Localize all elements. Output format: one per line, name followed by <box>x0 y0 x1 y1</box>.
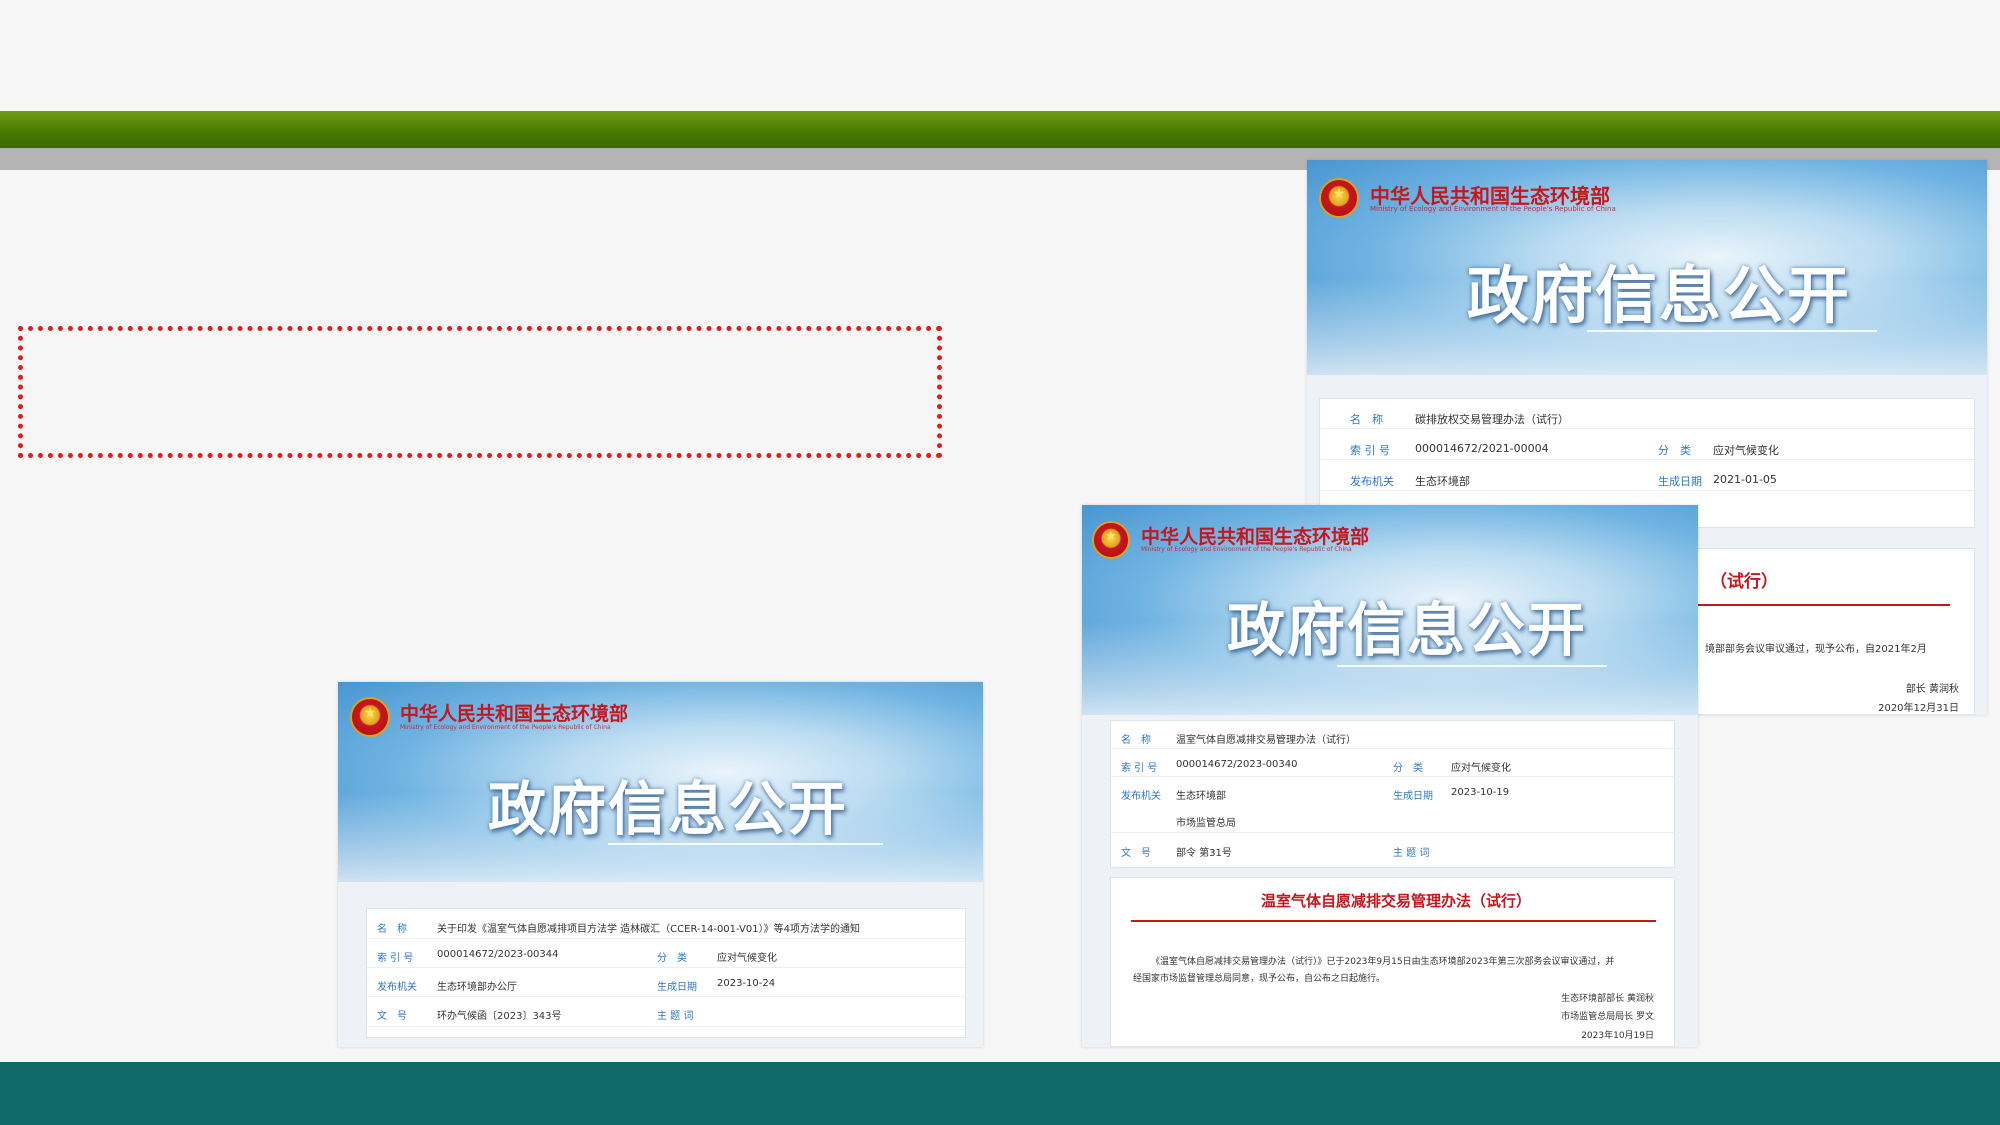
issuer-value: 生态环境部办公厅 <box>437 982 517 993</box>
issuer-label: 发布机关 <box>1121 791 1161 802</box>
date-label: 生成日期 <box>657 982 697 993</box>
document-date: 2020年12月31日 <box>1878 703 1959 714</box>
issuer-value-2: 市场监管总局 <box>1176 818 1236 829</box>
keyword-label: 主 题 词 <box>1393 848 1430 859</box>
category-value: 应对气候变化 <box>717 953 777 964</box>
name-value: 关于印发《温室气体自愿减排项目方法学 造林碳汇（CCER-14-001-V01）… <box>437 924 860 935</box>
date-label: 生成日期 <box>1658 475 1702 488</box>
header-green-bar <box>0 111 2000 148</box>
category-label: 分 类 <box>657 953 687 964</box>
document-title-rule <box>1131 920 1656 922</box>
name-label: 名 称 <box>1350 413 1383 426</box>
index-label: 索 引 号 <box>377 953 414 964</box>
keyword-label: 主 题 词 <box>657 1011 694 1022</box>
document-panel: 温室气体自愿减排交易管理办法（试行） 《温室气体自愿减排交易管理办法（试行）》已… <box>1110 877 1675 1047</box>
index-value: 000014672/2021-00004 <box>1415 442 1549 455</box>
issuer-label: 发布机关 <box>377 982 417 993</box>
docno-label: 文 号 <box>1121 848 1151 859</box>
date-label: 生成日期 <box>1393 791 1433 802</box>
info-panel: 名 称 温室气体自愿减排交易管理办法（试行） 索 引 号 000014672/2… <box>1110 720 1675 868</box>
document-title: （试行） <box>1710 572 1778 592</box>
national-emblem-icon <box>1092 521 1130 559</box>
info-panel: 名 称 关于印发《温室气体自愿减排项目方法学 造林碳汇（CCER-14-001-… <box>366 908 966 1038</box>
docno-label: 文 号 <box>377 1011 407 1022</box>
document-body-line-1: 《温室气体自愿减排交易管理办法（试行）》已于2023年9月15日由生态环境部20… <box>1151 957 1615 967</box>
category-label: 分 类 <box>1393 763 1423 774</box>
category-value: 应对气候变化 <box>1451 763 1511 774</box>
banner-underline <box>1587 330 1877 332</box>
docno-value: 部令 第31号 <box>1176 848 1232 859</box>
banner-title: 政府信息公开 <box>1227 596 1588 664</box>
document-body-line-2: 经国家市场监督管理总局同意，现予公布，自公布之日起施行。 <box>1133 974 1386 984</box>
index-value: 000014672/2023-00344 <box>437 949 559 960</box>
banner-title: 政府信息公开 <box>1467 259 1852 332</box>
document-body: 境部部务会议审议通过，现予公布，自2021年2月 <box>1705 644 1927 655</box>
national-emblem-icon <box>350 697 390 737</box>
ministry-name-cn: 中华人民共和国生态环境部 <box>400 703 629 725</box>
date-value: 2021-01-05 <box>1713 473 1777 486</box>
document-signatory: 部长 黄润秋 <box>1905 684 1959 695</box>
index-label: 索 引 号 <box>1121 763 1158 774</box>
category-value: 应对气候变化 <box>1713 444 1779 457</box>
screenshot-ghg-voluntary-measures: 中华人民共和国生态环境部 Ministry of Ecology and Env… <box>1082 505 1698 1047</box>
category-label: 分 类 <box>1658 444 1691 457</box>
date-value: 2023-10-24 <box>717 978 776 989</box>
issuer-label: 发布机关 <box>1350 475 1394 488</box>
ministry-name-en: Ministry of Ecology and Environment of t… <box>1141 546 1352 553</box>
name-value: 碳排放权交易管理办法（试行） <box>1415 413 1569 426</box>
document-signatory-2: 市场监管总局局长 罗文 <box>1561 1012 1654 1022</box>
document-date: 2023年10月19日 <box>1581 1031 1654 1041</box>
name-label: 名 称 <box>1121 735 1151 746</box>
document-title: 温室气体自愿减排交易管理办法（试行） <box>1261 892 1532 910</box>
national-emblem-icon <box>1319 178 1359 218</box>
banner-underline <box>608 843 883 845</box>
banner-underline <box>1337 665 1607 667</box>
issuer-value: 生态环境部 <box>1415 475 1470 488</box>
banner-title: 政府信息公开 <box>488 775 849 843</box>
footer-teal-bar <box>0 1062 2000 1125</box>
slide: 中华人民共和国生态环境部 Ministry of Ecology and Env… <box>0 0 2000 1125</box>
issuer-value: 生态环境部 <box>1176 791 1226 802</box>
document-signatory-1: 生态环境部部长 黄润秋 <box>1561 994 1654 1004</box>
ministry-name-cn: 中华人民共和国生态环境部 <box>1141 526 1370 548</box>
name-label: 名 称 <box>377 924 407 935</box>
index-label: 索 引 号 <box>1350 444 1390 457</box>
ministry-name-en: Ministry of Ecology and Environment of t… <box>1370 205 1616 213</box>
name-value: 温室气体自愿减排交易管理办法（试行） <box>1176 735 1356 746</box>
docno-value: 环办气候函〔2023〕343号 <box>437 1011 562 1022</box>
screenshot-methodology-notice: 中华人民共和国生态环境部 Ministry of Ecology and Env… <box>338 682 983 1047</box>
index-value: 000014672/2023-00340 <box>1176 759 1298 770</box>
date-value: 2023-10-19 <box>1451 787 1510 798</box>
ministry-name-en: Ministry of Ecology and Environment of t… <box>400 724 611 731</box>
placeholder-textbox[interactable] <box>18 326 942 458</box>
